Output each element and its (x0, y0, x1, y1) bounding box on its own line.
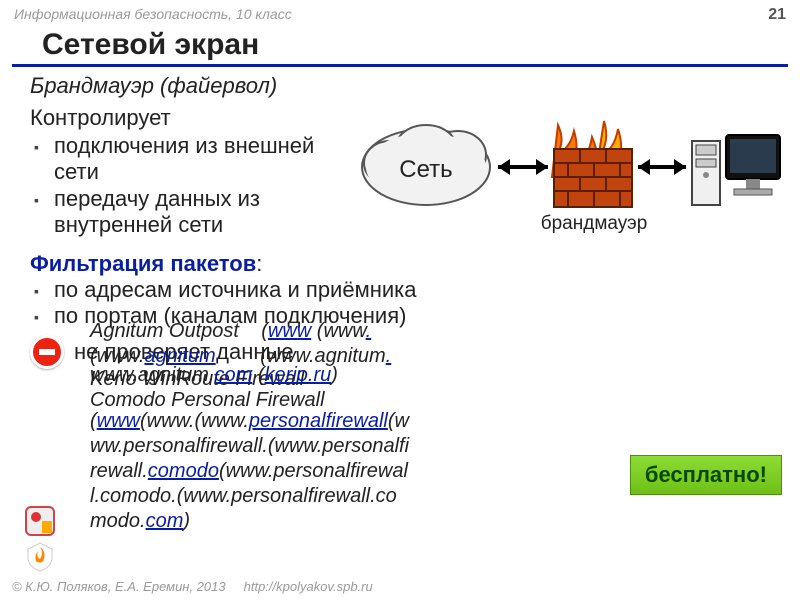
course-label: Информационная безопасность, 10 класс (14, 6, 292, 24)
list-item: по адресам источника и приёмника (34, 277, 782, 303)
cloud-icon: Сеть (362, 125, 490, 205)
firewall-diagram: Сеть (348, 105, 788, 265)
top-bar: Информационная безопасность, 10 класс 21 (0, 0, 800, 24)
link[interactable]: . (386, 345, 392, 367)
shield-fire-icon (24, 541, 56, 573)
list-item: передачу данных из внутренней сети (34, 186, 334, 239)
free-badge: бесплатно! (630, 455, 782, 495)
footer-link[interactable]: http://kpolyakov.spb.ru (244, 579, 373, 594)
page-number: 21 (768, 6, 786, 24)
link[interactable]: www (97, 410, 140, 432)
computer-icon (692, 135, 780, 205)
controls-list: подключения из внешней сети передачу дан… (34, 133, 334, 239)
page-title: Сетевой экран (12, 24, 788, 67)
app-icon (24, 505, 56, 537)
cloud-label: Сеть (399, 156, 452, 183)
link[interactable]: www (268, 320, 311, 342)
link[interactable]: com (215, 364, 253, 386)
wall-label: брандмауэр (541, 213, 648, 234)
link[interactable]: personalfirewall (249, 410, 388, 432)
brick-wall-icon (554, 149, 632, 207)
footer: © К.Ю. Поляков, Е.А. Еремин, 2013 http:/… (12, 579, 788, 594)
subtitle: Брандмауэр (файервол) (30, 73, 782, 99)
link[interactable]: kerio.ru (265, 364, 332, 386)
list-item: подключения из внешней сети (34, 133, 334, 186)
link[interactable]: . (366, 320, 372, 342)
double-arrow-icon (498, 159, 548, 175)
copyright: © К.Ю. Поляков, Е.А. Еремин, 2013 (12, 579, 226, 594)
link[interactable]: com (146, 510, 184, 532)
software-block: Agnitum Outpost (www (www. (www.agnitum … (30, 345, 650, 570)
double-arrow-icon (638, 159, 686, 175)
link[interactable]: comodo (148, 460, 219, 482)
